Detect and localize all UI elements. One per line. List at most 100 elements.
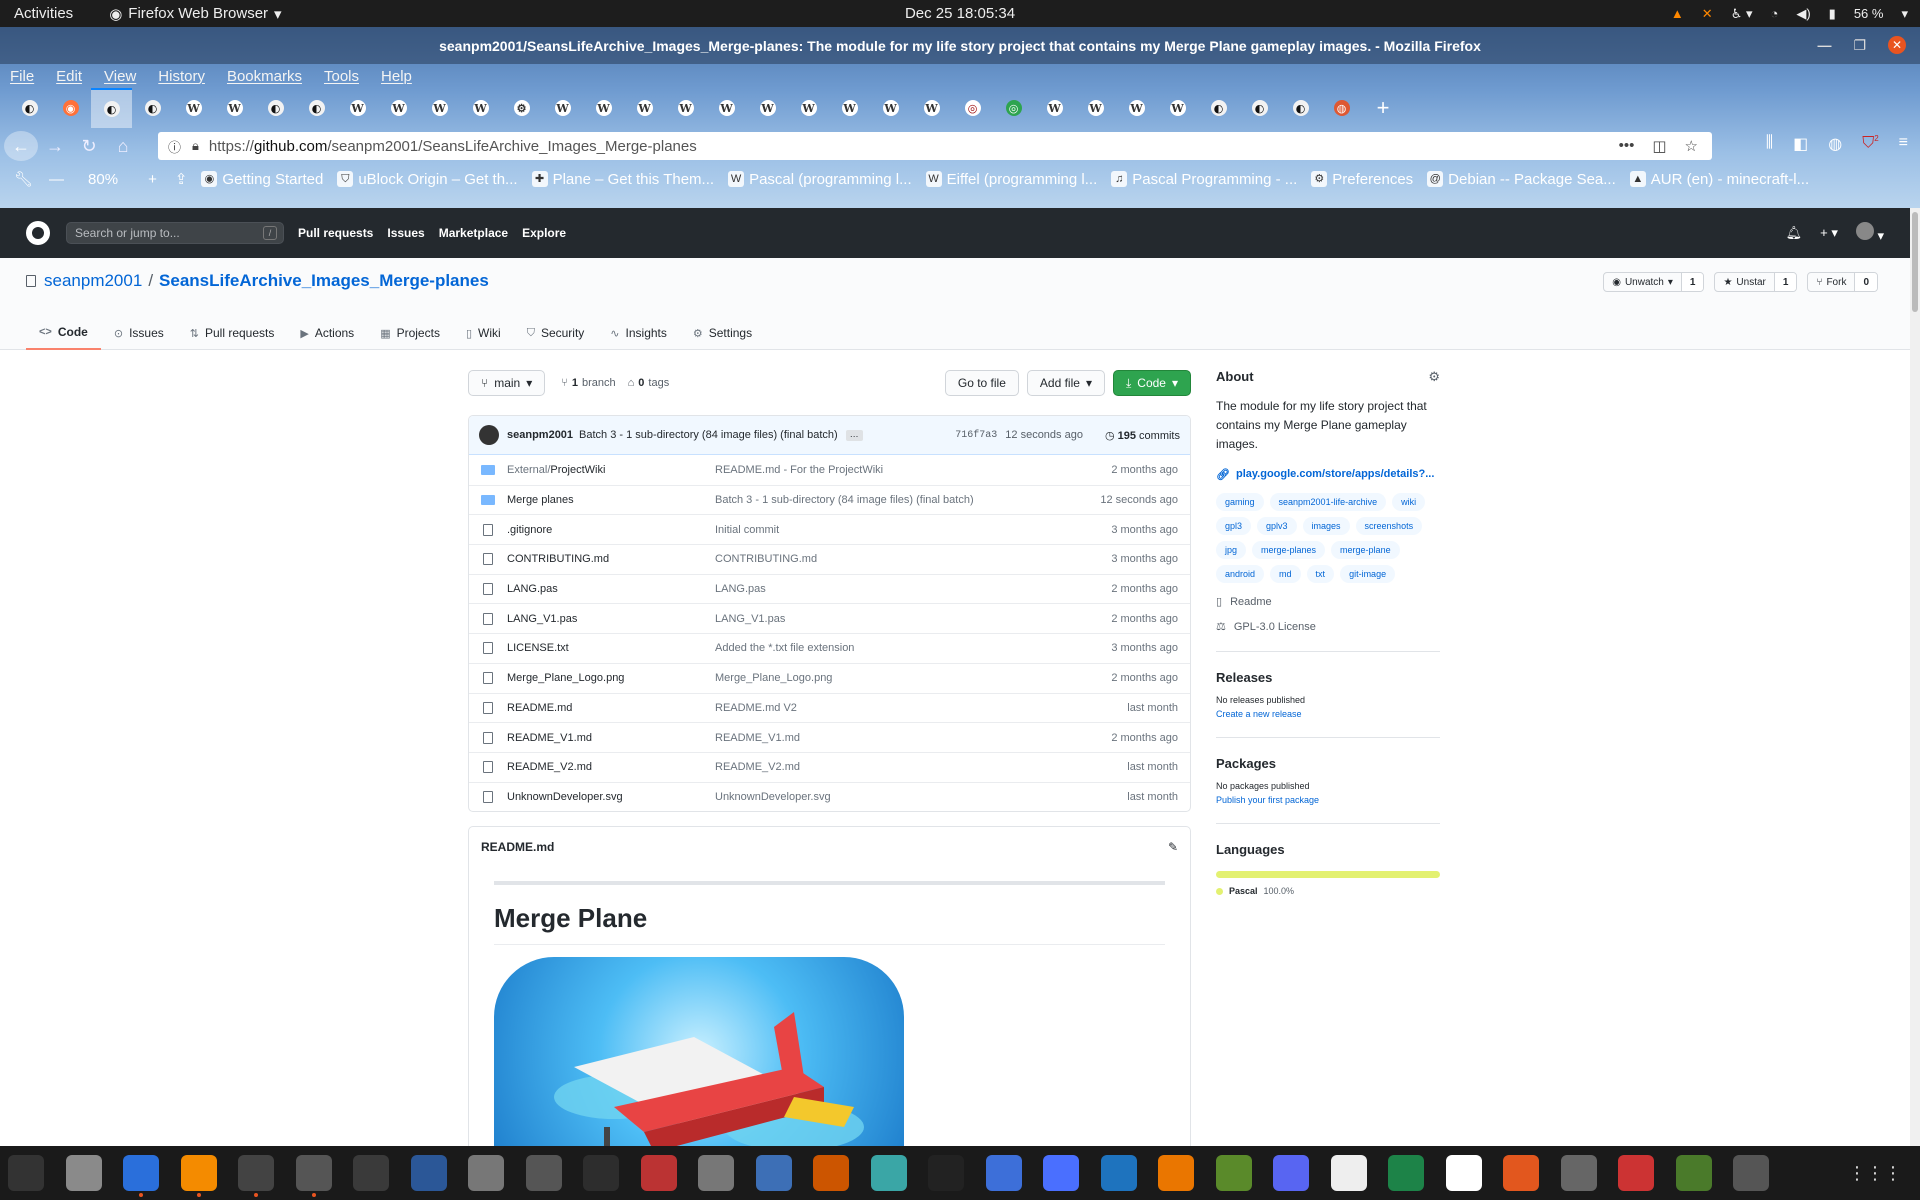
tab-projects[interactable]: ▦ Projects	[367, 316, 453, 350]
language-item[interactable]: Pascal 100.0%	[1216, 886, 1440, 896]
browser-tab[interactable]: ◐	[9, 88, 50, 128]
browser-tab[interactable]: ◐	[1239, 88, 1280, 128]
add-file-button[interactable]: Add file ▾	[1026, 370, 1105, 396]
menu-bookmarks[interactable]: Bookmarks	[227, 68, 302, 85]
tab-insights[interactable]: ∿ Insights	[597, 316, 680, 350]
file-name-link[interactable]: LICENSE.txt	[507, 642, 715, 654]
topic-tag[interactable]: merge-planes	[1252, 541, 1326, 559]
file-commit-message[interactable]: CONTRIBUTING.md	[715, 553, 1111, 565]
maps-icon[interactable]	[1733, 1155, 1769, 1191]
tab-wiki[interactable]: ▯ Wiki	[453, 316, 514, 350]
file-name-link[interactable]: External/ProjectWiki	[507, 464, 715, 476]
topic-tag[interactable]: jpg	[1216, 541, 1247, 559]
browser-tab[interactable]: W	[1157, 88, 1198, 128]
url-bar[interactable]: ⓘ 🔒︎ https://github.com/seanpm2001/Seans…	[158, 132, 1712, 160]
browser-tab[interactable]: W	[706, 88, 747, 128]
forward-button[interactable]: →	[38, 131, 72, 161]
sidebar-icon[interactable]: ◧	[1793, 134, 1808, 154]
topic-tag[interactable]: wiki	[1392, 493, 1426, 511]
bookmark-item[interactable]: ✚ Plane – Get this Them...	[531, 171, 714, 188]
browser-tab[interactable]: ◎	[993, 88, 1034, 128]
go-to-file-button[interactable]: Go to file	[944, 370, 1019, 396]
browser-tab[interactable]: W	[624, 88, 665, 128]
browser-tab[interactable]: W	[173, 88, 214, 128]
mario-icon[interactable]	[1618, 1155, 1654, 1191]
photo-editor-icon[interactable]	[755, 1155, 792, 1191]
maximize-icon[interactable]: ❐	[1853, 37, 1866, 54]
spreadsheet-icon[interactable]	[1388, 1155, 1424, 1191]
topic-tag[interactable]: gplv3	[1257, 517, 1297, 535]
blender-icon[interactable]	[1158, 1155, 1194, 1191]
menu-file[interactable]: File	[10, 68, 34, 85]
browser-tab[interactable]: W	[829, 88, 870, 128]
repo-name-link[interactable]: SeansLifeArchive_Images_Merge-planes	[159, 271, 489, 291]
nav-issues[interactable]: Issues	[387, 226, 424, 240]
page-actions-icon[interactable]: •••	[1619, 137, 1635, 155]
search-input[interactable]: Search or jump to... /	[66, 222, 284, 244]
topic-tag[interactable]: git-image	[1340, 565, 1396, 583]
customize-icon[interactable]: 🔧︎	[14, 170, 33, 188]
file-name-link[interactable]: Merge_Plane_Logo.png	[507, 672, 715, 684]
fork-count[interactable]: 0	[1854, 273, 1877, 291]
bookmark-star-icon[interactable]: ☆	[1685, 137, 1698, 155]
lock-icon[interactable]: 🔒︎	[192, 138, 199, 154]
homepage-link[interactable]: 🔗︎ play.google.com/store/apps/details?...	[1216, 468, 1440, 481]
account-icon[interactable]: ◍	[1828, 134, 1842, 154]
system-tray[interactable]: ▲ ✕ ♿ ▾ ◔ ◀) ▮ 56 % ▾	[1671, 6, 1908, 22]
pocket-icon[interactable]: ◫	[1652, 137, 1666, 155]
bookmark-item[interactable]: W Eiffel (programming l...	[925, 171, 1097, 188]
file-name-link[interactable]: README_V1.md	[507, 732, 715, 744]
image-viewer-icon[interactable]	[525, 1155, 562, 1191]
activities-button[interactable]: Activities	[14, 5, 73, 22]
file-commit-message[interactable]: Batch 3 - 1 sub-directory (84 image file…	[715, 494, 1100, 506]
library-icon[interactable]: ⫼	[1766, 134, 1773, 154]
watch-button[interactable]: ◉ Unwatch ▾ 1	[1603, 272, 1705, 292]
fork-button[interactable]: ⑂ Fork 0	[1807, 272, 1878, 292]
file-commit-message[interactable]: README.md V2	[715, 702, 1127, 714]
topic-tag[interactable]: merge-plane	[1331, 541, 1400, 559]
minecraft-launcher-icon[interactable]	[1215, 1155, 1252, 1191]
vlc-tray-icon[interactable]: ▲	[1671, 6, 1684, 21]
app-menu[interactable]: ◉ Firefox Web Browser ▾	[109, 5, 281, 23]
browser-tab[interactable]: ⚙	[501, 88, 542, 128]
zoom-in-button[interactable]: +	[148, 171, 157, 188]
tab-pull-requests[interactable]: ⇅ Pull requests	[177, 316, 288, 350]
file-name-link[interactable]: .gitignore	[507, 524, 715, 536]
browser-tab[interactable]: ◐	[255, 88, 296, 128]
packages-title[interactable]: Packages	[1216, 756, 1440, 771]
publish-package-link[interactable]: Publish your first package	[1216, 795, 1440, 805]
virtualbox-icon[interactable]	[1100, 1155, 1137, 1191]
save-to-pocket-icon[interactable]: ⇪	[175, 170, 188, 188]
browser-tab[interactable]: W	[378, 88, 419, 128]
file-commit-message[interactable]: UnknownDeveloper.svg	[715, 791, 1127, 803]
browser-tab[interactable]: W	[747, 88, 788, 128]
tab-issues[interactable]: ⊙ Issues	[101, 316, 177, 350]
bookmark-item[interactable]: ⛉ uBlock Origin – Get th...	[337, 171, 518, 188]
topic-tag[interactable]: txt	[1306, 565, 1335, 583]
file-name-link[interactable]: LANG.pas	[507, 583, 715, 595]
close-icon[interactable]: ✕	[1888, 36, 1906, 54]
topic-tag[interactable]: gpl3	[1216, 517, 1252, 535]
bookmark-item[interactable]: W Pascal (programming l...	[728, 171, 912, 188]
nav-explore[interactable]: Explore	[522, 226, 566, 240]
new-tab-icon[interactable]: +	[1368, 93, 1398, 123]
commit-message[interactable]: Batch 3 - 1 sub-directory (84 image file…	[579, 429, 838, 441]
terminal-icon[interactable]	[583, 1155, 619, 1191]
menu-view[interactable]: View	[104, 68, 136, 85]
browser-tab[interactable]: W	[870, 88, 911, 128]
presentation-icon[interactable]	[1503, 1155, 1539, 1191]
minimize-icon[interactable]: —	[1817, 37, 1831, 53]
browser-tab[interactable]: W	[460, 88, 501, 128]
bookmark-item[interactable]: ♫ Pascal Programming - ...	[1111, 171, 1297, 188]
file-name-link[interactable]: README.md	[507, 702, 715, 714]
reload-button[interactable]: ↻	[72, 131, 106, 161]
browser-tab[interactable]: ◐	[296, 88, 337, 128]
repo-owner-link[interactable]: seanpm2001	[44, 271, 142, 291]
page-scrollbar[interactable]	[1910, 208, 1920, 1146]
commit-author[interactable]: seanpm2001	[507, 429, 573, 441]
vlc-icon[interactable]	[180, 1155, 217, 1197]
branch-select-button[interactable]: ⑂ main ▾	[468, 370, 546, 396]
todo-icon[interactable]	[985, 1155, 1022, 1191]
file-name-link[interactable]: README_V2.md	[507, 761, 715, 773]
menu-history[interactable]: History	[158, 68, 205, 85]
